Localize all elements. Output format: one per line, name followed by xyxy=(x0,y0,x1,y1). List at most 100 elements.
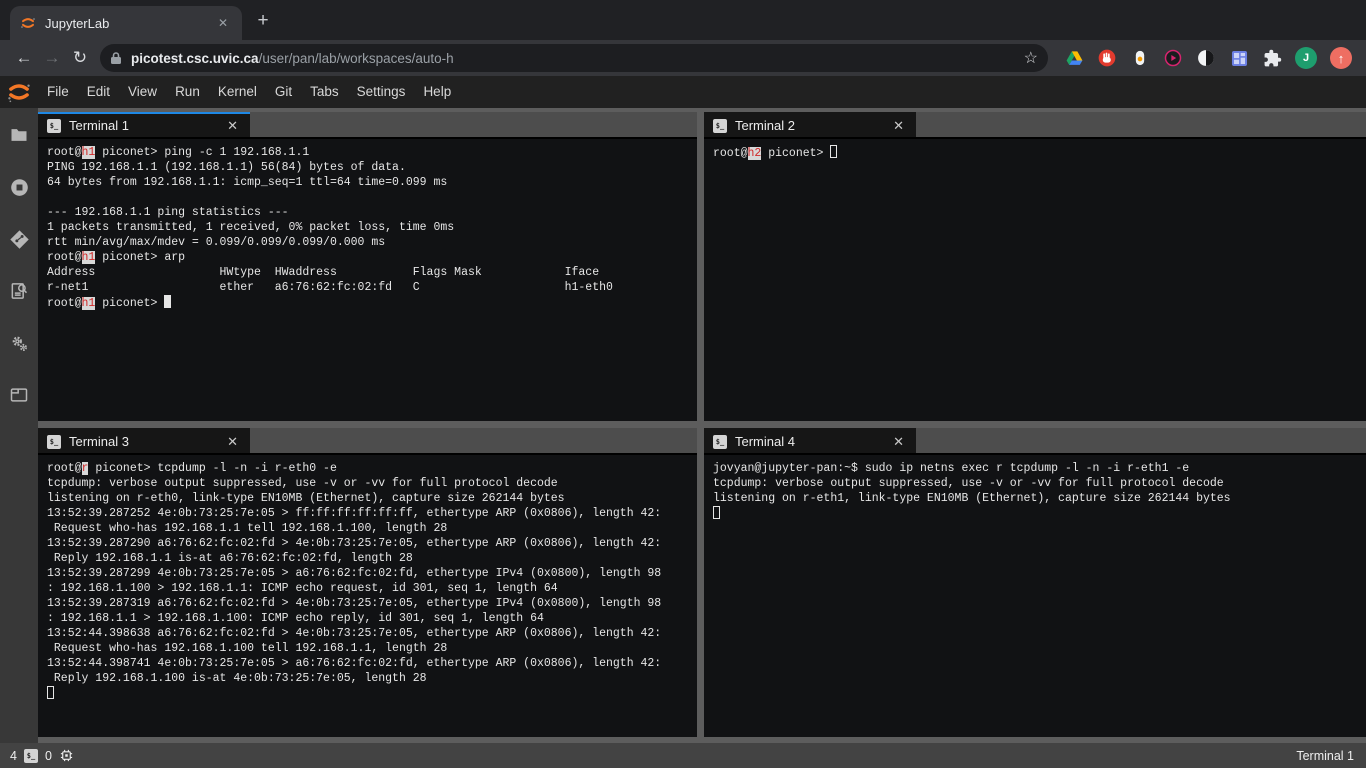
terminal-line: 13:52:39.287299 4e:0b:73:25:7e:05 > a6:7… xyxy=(47,566,697,581)
terminal-line: root@h2 piconet> xyxy=(713,145,1366,160)
menu-kernel[interactable]: Kernel xyxy=(209,84,266,99)
new-tab-button[interactable]: + xyxy=(250,8,276,34)
running-sessions-icon[interactable] xyxy=(8,176,30,198)
terminal-3-panel: $_ Terminal 3 ✕ root@r piconet> tcpdump … xyxy=(38,428,697,737)
browser-tabstrip: JupyterLab ✕ + xyxy=(0,0,1366,40)
kernel-chip-icon xyxy=(59,748,74,763)
terminal-cursor xyxy=(830,145,837,158)
reload-icon[interactable]: ↻ xyxy=(66,44,94,72)
pill-extension-icon[interactable] xyxy=(1130,48,1150,68)
terminal-1-tab[interactable]: $_ Terminal 1 ✕ xyxy=(38,112,250,137)
forward-icon[interactable]: → xyxy=(38,44,66,72)
tab-panel-icon[interactable] xyxy=(8,384,30,406)
terminal-line: 13:52:39.287319 a6:76:62:fc:02:fd > 4e:0… xyxy=(47,596,697,611)
terminal-4-tabbar: $_ Terminal 4 ✕ xyxy=(704,428,1366,455)
terminal-cursor xyxy=(713,506,720,519)
terminal-2-tabbar: $_ Terminal 2 ✕ xyxy=(704,112,1366,139)
menu-git[interactable]: Git xyxy=(266,84,301,99)
jupyterlab-menubar: FileEditViewRunKernelGitTabsSettingsHelp xyxy=(0,76,1366,108)
settings-gears-icon[interactable] xyxy=(8,332,30,354)
terminal-3-tabbar: $_ Terminal 3 ✕ xyxy=(38,428,697,455)
terminal-line: tcpdump: verbose output suppressed, use … xyxy=(713,476,1366,491)
terminal-1-tabbar: $_ Terminal 1 ✕ xyxy=(38,112,697,139)
browser-tab-title: JupyterLab xyxy=(45,16,214,31)
terminal-line: 13:52:39.287252 4e:0b:73:25:7e:05 > ff:f… xyxy=(47,506,697,521)
back-icon[interactable]: ← xyxy=(10,44,38,72)
terminal-line xyxy=(47,686,697,701)
terminal-1-tab-label: Terminal 1 xyxy=(69,118,223,133)
close-icon[interactable]: ✕ xyxy=(223,116,242,136)
terminal-line: 1 packets transmitted, 1 received, 0% pa… xyxy=(47,220,697,235)
lock-icon xyxy=(110,51,122,65)
terminal-1-panel: $_ Terminal 1 ✕ root@h1 piconet> ping -c… xyxy=(38,112,697,421)
close-icon[interactable]: ✕ xyxy=(223,432,242,452)
menubar-items: FileEditViewRunKernelGitTabsSettingsHelp xyxy=(38,76,460,108)
terminal-line: Request who-has 192.168.1.1 tell 192.168… xyxy=(47,521,697,536)
terminal-line: 64 bytes from 192.168.1.1: icmp_seq=1 tt… xyxy=(47,175,697,190)
terminal-line: 13:52:44.398741 4e:0b:73:25:7e:05 > a6:7… xyxy=(47,656,697,671)
terminal-line: root@h1 piconet> ping -c 1 192.168.1.1 xyxy=(47,145,697,160)
jupyter-logo-icon xyxy=(0,79,38,105)
extensions-row: J ↑ xyxy=(1056,47,1356,69)
terminal-cursor xyxy=(164,295,171,308)
terminal-icon: $_ xyxy=(47,435,61,449)
terminal-line xyxy=(47,190,697,205)
terminal-2-tab-label: Terminal 2 xyxy=(735,118,889,133)
darkreader-extension-icon[interactable] xyxy=(1196,48,1216,68)
active-widget-label: Terminal 1 xyxy=(1296,749,1354,763)
play-extension-icon[interactable] xyxy=(1163,48,1183,68)
terminal-line: PING 192.168.1.1 (192.168.1.1) 56(84) by… xyxy=(47,160,697,175)
menu-help[interactable]: Help xyxy=(414,84,460,99)
terminal-line: 13:52:44.398638 a6:76:62:fc:02:fd > 4e:0… xyxy=(47,626,697,641)
git-icon[interactable] xyxy=(8,228,30,250)
menu-view[interactable]: View xyxy=(119,84,166,99)
sessions-status[interactable]: 4 $_ 0 xyxy=(10,748,74,763)
browser-update-icon[interactable]: ↑ xyxy=(1330,47,1352,69)
bookmark-star-icon[interactable]: ☆ xyxy=(1024,48,1038,68)
terminal-line xyxy=(713,506,1366,521)
grid-extension-icon[interactable] xyxy=(1229,48,1249,68)
dock-area: $_ Terminal 1 ✕ root@h1 piconet> ping -c… xyxy=(38,108,1366,743)
terminal-icon: $_ xyxy=(47,119,61,133)
terminal-line: rtt min/avg/max/mdev = 0.099/0.099/0.099… xyxy=(47,235,697,250)
terminal-icon: $_ xyxy=(713,435,727,449)
terminal-4-content[interactable]: jovyan@jupyter-pan:~$ sudo ip netns exec… xyxy=(704,455,1366,737)
terminal-3-content[interactable]: root@r piconet> tcpdump -l -n -i r-eth0 … xyxy=(38,455,697,737)
profile-avatar[interactable]: J xyxy=(1295,47,1317,69)
terminal-line: listening on r-eth1, link-type EN10MB (E… xyxy=(713,491,1366,506)
url-path: /user/pan/lab/workspaces/auto-h xyxy=(259,51,454,66)
menu-edit[interactable]: Edit xyxy=(78,84,119,99)
terminal-line: r-net1 ether a6:76:62:fc:02:fd C h1-eth0 xyxy=(47,280,697,295)
terminal-line: 13:52:39.287290 a6:76:62:fc:02:fd > 4e:0… xyxy=(47,536,697,551)
terminal-2-panel: $_ Terminal 2 ✕ root@h2 piconet> xyxy=(704,112,1366,421)
terminal-line: tcpdump: verbose output suppressed, use … xyxy=(47,476,697,491)
close-icon[interactable]: ✕ xyxy=(889,432,908,452)
browser-tab[interactable]: JupyterLab ✕ xyxy=(10,6,242,40)
terminals-count: 4 xyxy=(10,749,17,763)
adblock-extension-icon[interactable] xyxy=(1097,48,1117,68)
inspector-icon[interactable] xyxy=(8,280,30,302)
menu-run[interactable]: Run xyxy=(166,84,209,99)
terminal-line: Address HWtype HWaddress Flags Mask Ifac… xyxy=(47,265,697,280)
terminal-3-tab-label: Terminal 3 xyxy=(69,434,223,449)
extensions-puzzle-icon[interactable] xyxy=(1262,48,1282,68)
terminal-4-panel: $_ Terminal 4 ✕ jovyan@jupyter-pan:~$ su… xyxy=(704,428,1366,737)
menu-tabs[interactable]: Tabs xyxy=(301,84,348,99)
terminal-4-tab[interactable]: $_ Terminal 4 ✕ xyxy=(704,428,916,453)
file-browser-icon[interactable] xyxy=(8,124,30,146)
menu-settings[interactable]: Settings xyxy=(348,84,415,99)
terminal-line: listening on r-eth0, link-type EN10MB (E… xyxy=(47,491,697,506)
terminal-3-tab[interactable]: $_ Terminal 3 ✕ xyxy=(38,428,250,453)
address-bar[interactable]: picotest.csc.uvic.ca /user/pan/lab/works… xyxy=(100,44,1048,72)
terminal-icon: $_ xyxy=(713,119,727,133)
terminal-1-content[interactable]: root@h1 piconet> ping -c 1 192.168.1.1PI… xyxy=(38,139,697,421)
terminal-2-tab[interactable]: $_ Terminal 2 ✕ xyxy=(704,112,916,137)
terminal-line: root@r piconet> tcpdump -l -n -i r-eth0 … xyxy=(47,461,697,476)
terminal-2-content[interactable]: root@h2 piconet> xyxy=(704,139,1366,421)
url-domain: picotest.csc.uvic.ca xyxy=(131,51,259,66)
terminal-line: --- 192.168.1.1 ping statistics --- xyxy=(47,205,697,220)
close-icon[interactable]: ✕ xyxy=(889,116,908,136)
drive-extension-icon[interactable] xyxy=(1064,48,1084,68)
menu-file[interactable]: File xyxy=(38,84,78,99)
tab-close-icon[interactable]: ✕ xyxy=(214,14,232,32)
